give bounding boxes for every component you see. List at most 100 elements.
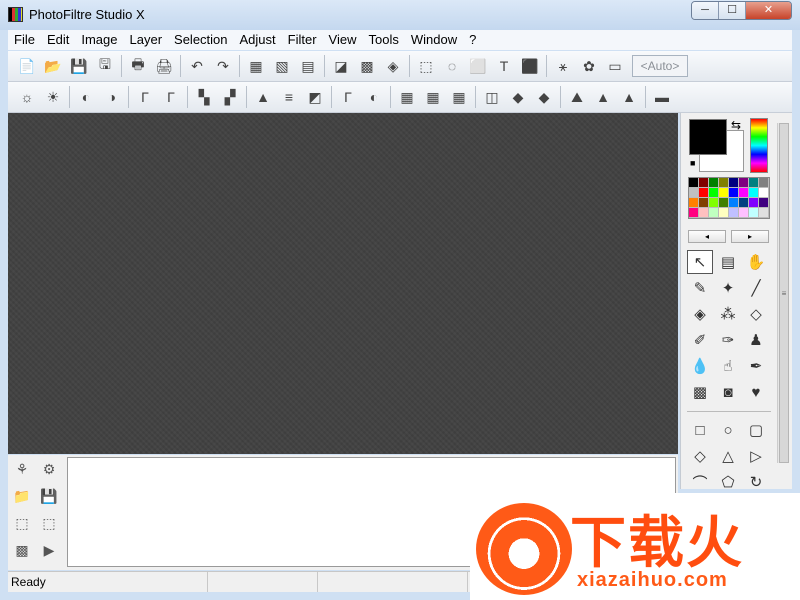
plugin-icon[interactable]: ✿ <box>576 54 602 78</box>
new-file-icon[interactable]: 📄 <box>14 54 40 78</box>
duplicate-icon[interactable]: ▤ <box>295 54 321 78</box>
palette-color-cell[interactable] <box>729 208 739 218</box>
auto-levels-icon[interactable]: ◐ <box>361 85 387 109</box>
swap-colors-icon[interactable]: ⇆ <box>731 118 741 132</box>
close-button[interactable]: ✕ <box>746 2 791 19</box>
hue-spectrum[interactable] <box>750 118 768 173</box>
eyedropper-tool[interactable]: ✎ <box>687 276 713 300</box>
saturation-plus-icon[interactable]: ▞ <box>217 85 243 109</box>
palette-color-cell[interactable] <box>749 178 759 188</box>
color-mode-icon[interactable]: ◈ <box>380 54 406 78</box>
triangle-select[interactable]: △ <box>715 444 741 468</box>
palette-color-cell[interactable] <box>729 198 739 208</box>
palette-color-cell[interactable] <box>729 188 739 198</box>
peak-icon[interactable]: ▲ <box>590 85 616 109</box>
save-layer-icon[interactable]: 💾 <box>37 484 61 508</box>
minimize-button[interactable]: ─ <box>692 2 719 19</box>
auto-contrast-icon[interactable]: Γ <box>335 85 361 109</box>
palette-color-cell[interactable] <box>739 208 749 218</box>
explorer-tree-alt-icon[interactable]: ⚙ <box>37 457 61 481</box>
levels-icon[interactable]: ≡ <box>276 85 302 109</box>
transform-icon[interactable]: ⬚ <box>413 54 439 78</box>
tools-scrollbar[interactable]: ≡ <box>777 123 789 463</box>
palette-color-cell[interactable] <box>699 208 709 218</box>
palette-color-cell[interactable] <box>729 178 739 188</box>
palette-color-cell[interactable] <box>719 178 729 188</box>
scan-icon[interactable]: 🖨 <box>151 54 177 78</box>
curves-icon[interactable]: ◩ <box>302 85 328 109</box>
selection-icon[interactable]: ⬜ <box>465 54 491 78</box>
gamma-minus-icon[interactable]: Γ <box>132 85 158 109</box>
palette-color-cell[interactable] <box>709 178 719 188</box>
frame-icon[interactable]: ▬ <box>649 85 675 109</box>
rectangle-select[interactable]: □ <box>687 418 713 442</box>
palette-color-cell[interactable] <box>759 208 769 218</box>
palette-color-cell[interactable] <box>689 188 699 198</box>
palette-color-cell[interactable] <box>699 198 709 208</box>
palette-color-cell[interactable] <box>699 188 709 198</box>
brightness-plus-icon[interactable]: ☀ <box>40 85 66 109</box>
menu-filter[interactable]: Filter <box>282 30 323 50</box>
contrast-plus-icon[interactable]: ◑ <box>99 85 125 109</box>
zoom-field[interactable]: <Auto> <box>632 55 688 77</box>
palette-prev-button[interactable]: ◂ <box>688 230 726 243</box>
deform-tool[interactable]: ▩ <box>687 380 713 404</box>
brightness-minus-icon[interactable]: ☼ <box>14 85 40 109</box>
reset-colors-icon[interactable]: ■ <box>690 158 695 168</box>
transparent-icon[interactable]: ◌ <box>439 54 465 78</box>
peaks-icon[interactable]: ▲ <box>616 85 642 109</box>
menu-adjust[interactable]: Adjust <box>234 30 282 50</box>
spray-tool[interactable]: ⁂ <box>715 302 741 326</box>
scrollbar-thumb[interactable]: ≡ <box>779 123 789 463</box>
explorer-icon[interactable]: ⚹ <box>550 54 576 78</box>
save-icon[interactable]: 💾 <box>66 54 92 78</box>
image-workspace[interactable] <box>8 113 678 454</box>
palette-color-cell[interactable] <box>689 178 699 188</box>
pixelate-icon[interactable]: ▦ <box>394 85 420 109</box>
palette-color-cell[interactable] <box>709 188 719 198</box>
palette-color-cell[interactable] <box>739 188 749 198</box>
grid-icon[interactable]: ▦ <box>446 85 472 109</box>
menu-window[interactable]: Window <box>405 30 463 50</box>
menu-edit[interactable]: Edit <box>41 30 75 50</box>
mountain-icon[interactable]: ⛰ <box>564 85 590 109</box>
menu-selection[interactable]: Selection <box>168 30 233 50</box>
menu-view[interactable]: View <box>323 30 363 50</box>
smudge-tool[interactable]: ☝ <box>715 354 741 378</box>
pattern-icon[interactable]: ▩ <box>10 538 34 562</box>
drop-icon[interactable]: ◆ <box>505 85 531 109</box>
foreground-color-swatch[interactable] <box>689 119 727 155</box>
image-size-icon[interactable]: ▦ <box>243 54 269 78</box>
ellipse-select[interactable]: ○ <box>715 418 741 442</box>
magic-wand-tool[interactable]: ✦ <box>715 276 741 300</box>
stamp-tool[interactable]: ♟ <box>743 328 769 352</box>
rotate-select[interactable]: ↻ <box>743 470 769 494</box>
redo-icon[interactable]: ↷ <box>210 54 236 78</box>
line-tool[interactable]: ╱ <box>743 276 769 300</box>
triangle-right-select[interactable]: ▷ <box>743 444 769 468</box>
open-folder-icon[interactable]: 📂 <box>40 54 66 78</box>
palette-color-cell[interactable] <box>739 178 749 188</box>
advanced-brush-tool[interactable]: ✑ <box>715 328 741 352</box>
menu-image[interactable]: Image <box>75 30 123 50</box>
polygon-lasso-select[interactable]: ⬠ <box>715 470 741 494</box>
explorer-tree-icon[interactable]: ⚘ <box>10 457 34 481</box>
palette-color-cell[interactable] <box>699 178 709 188</box>
lasso-select[interactable]: ⌒ <box>687 470 713 494</box>
folder-open-icon[interactable]: 📁 <box>10 484 34 508</box>
palette-color-cell[interactable] <box>749 208 759 218</box>
blur-tool[interactable]: 💧 <box>687 354 713 378</box>
palette-color-cell[interactable] <box>739 198 749 208</box>
canvas-size-icon[interactable]: ▧ <box>269 54 295 78</box>
undo-icon[interactable]: ↶ <box>184 54 210 78</box>
diamond-select[interactable]: ◇ <box>687 444 713 468</box>
rounded-rect-select[interactable]: ▢ <box>743 418 769 442</box>
play-icon[interactable]: ▶ <box>37 538 61 562</box>
palette-color-cell[interactable] <box>689 198 699 208</box>
palette-next-button[interactable]: ▸ <box>731 230 769 243</box>
contrast-minus-icon[interactable]: ◐ <box>73 85 99 109</box>
blur-icon[interactable]: ◫ <box>479 85 505 109</box>
eraser-tool[interactable]: ◇ <box>743 302 769 326</box>
window-icon[interactable]: ▭ <box>602 54 628 78</box>
portrait-tool[interactable]: ◙ <box>715 380 741 404</box>
